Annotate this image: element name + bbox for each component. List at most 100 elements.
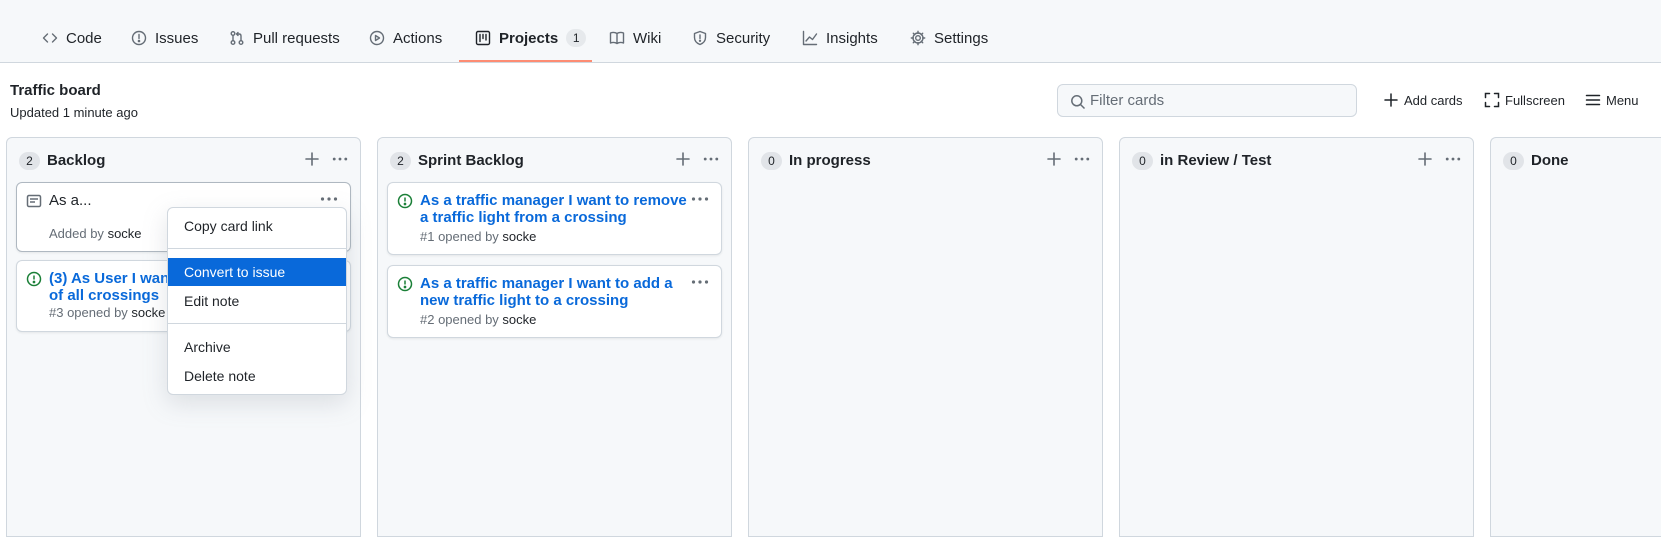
- menu-label: Menu: [1606, 92, 1639, 108]
- card-author[interactable]: socke: [131, 305, 165, 320]
- card-author[interactable]: socke: [108, 226, 142, 241]
- plus-icon: [305, 152, 319, 166]
- plus-icon: [676, 152, 690, 166]
- card-author[interactable]: socke: [502, 229, 536, 244]
- card-author[interactable]: socke: [502, 312, 536, 327]
- column-in-progress: 0 In progress: [748, 137, 1103, 537]
- card-meta-prefix: Added by: [49, 226, 104, 241]
- column-sprint-backlog: 2 Sprint Backlog As a traffic manager I …: [377, 137, 732, 537]
- kebab-horizontal-icon: [703, 157, 719, 161]
- kebab-horizontal-icon: [691, 280, 709, 284]
- shield-icon: [693, 30, 707, 46]
- hamburger-icon: [1585, 94, 1601, 106]
- card-title[interactable]: As a traffic manager I want to remove a …: [420, 192, 690, 226]
- card-meta: #1 opened by socke: [420, 229, 536, 244]
- issue-card[interactable]: As a traffic manager I want to add a new…: [387, 265, 722, 338]
- project-icon: [475, 30, 491, 46]
- gear-icon: [910, 30, 926, 46]
- column-name: Done: [1531, 152, 1569, 169]
- issue-opened-icon: [397, 193, 413, 209]
- add-card-button[interactable]: [1046, 151, 1062, 167]
- add-card-button[interactable]: [1417, 151, 1433, 167]
- column-count: 0: [1503, 152, 1524, 170]
- menu-item-delete-note[interactable]: Delete note: [168, 362, 346, 390]
- tab-label: Actions: [393, 29, 443, 47]
- issue-card[interactable]: As a traffic manager I want to remove a …: [387, 182, 722, 255]
- kebab-horizontal-icon: [1445, 157, 1461, 161]
- column-in-review-test: 0 in Review / Test: [1119, 137, 1474, 537]
- note-icon: [26, 193, 42, 209]
- menu-item-edit-note[interactable]: Edit note: [168, 287, 346, 315]
- tab-wiki[interactable]: Wiki: [609, 26, 661, 50]
- card-context-menu: Copy card link Convert to issue Edit not…: [167, 207, 347, 395]
- column-done: 0 Done: [1490, 137, 1661, 537]
- tab-settings[interactable]: Settings: [910, 26, 988, 50]
- column-menu-button[interactable]: [332, 151, 350, 167]
- plus-icon: [1418, 152, 1432, 166]
- card-title-line1: (3) As User I want: [49, 270, 175, 287]
- column-menu-button[interactable]: [1445, 151, 1463, 167]
- play-icon: [369, 30, 385, 46]
- plus-icon: [1047, 152, 1061, 166]
- column-name: in Review / Test: [1160, 152, 1272, 169]
- card-menu-button[interactable]: [691, 274, 709, 290]
- card-meta-prefix: #2 opened by: [420, 312, 499, 327]
- kebab-horizontal-icon: [320, 197, 338, 201]
- card-meta-prefix: #3 opened by: [49, 305, 128, 320]
- issue-opened-icon: [397, 276, 413, 292]
- tab-code[interactable]: Code: [42, 26, 102, 50]
- add-card-button[interactable]: [304, 151, 320, 167]
- fullscreen-button[interactable]: Fullscreen: [1484, 92, 1565, 108]
- card-title[interactable]: As a traffic manager I want to add a new…: [420, 275, 690, 309]
- tab-security[interactable]: Security: [692, 26, 770, 50]
- issue-icon: [131, 30, 147, 46]
- filter-cards-input[interactable]: [1090, 85, 1350, 116]
- kebab-horizontal-icon: [332, 157, 348, 161]
- menu-button[interactable]: Menu: [1585, 92, 1639, 108]
- menu-divider: [168, 248, 346, 249]
- column-name: Backlog: [47, 152, 106, 169]
- filter-cards: [1057, 84, 1357, 117]
- tab-pull-requests[interactable]: Pull requests: [229, 26, 340, 50]
- tab-actions[interactable]: Actions: [369, 26, 442, 50]
- kebab-horizontal-icon: [691, 197, 709, 201]
- column-count: 0: [1132, 152, 1153, 170]
- selected-tab-underline: [459, 60, 592, 62]
- add-cards-label: Add cards: [1404, 92, 1463, 108]
- add-card-button[interactable]: [675, 151, 691, 167]
- graph-icon: [802, 30, 818, 46]
- book-icon: [609, 31, 625, 45]
- tab-issues[interactable]: Issues: [131, 26, 198, 50]
- column-count: 0: [761, 152, 782, 170]
- tab-label: Projects: [499, 29, 559, 47]
- tab-label: Wiki: [633, 29, 662, 47]
- fullscreen-label: Fullscreen: [1505, 92, 1565, 108]
- card-menu-button[interactable]: [320, 191, 338, 207]
- menu-divider: [168, 323, 346, 324]
- tab-label: Settings: [934, 29, 989, 47]
- projects-counter: 1: [566, 29, 587, 47]
- tab-insights[interactable]: Insights: [802, 26, 878, 50]
- column-count: 2: [19, 152, 40, 170]
- menu-item-copy-card-link[interactable]: Copy card link: [168, 212, 346, 240]
- card-title-line2: of all crossings: [49, 287, 160, 304]
- add-cards-button[interactable]: Add cards: [1383, 92, 1463, 108]
- tab-label: Pull requests: [253, 29, 340, 47]
- issue-opened-icon: [26, 271, 42, 287]
- column-menu-button[interactable]: [703, 151, 721, 167]
- tab-label: Code: [66, 29, 102, 47]
- tab-label: Insights: [826, 29, 878, 47]
- fullscreen-icon: [1484, 92, 1500, 108]
- pull-request-icon: [230, 31, 244, 45]
- column-count: 2: [390, 152, 411, 170]
- card-meta-prefix: #1 opened by: [420, 229, 499, 244]
- menu-item-archive[interactable]: Archive: [168, 333, 346, 361]
- tab-projects[interactable]: Projects 1: [475, 26, 587, 50]
- column-menu-button[interactable]: [1074, 151, 1092, 167]
- code-icon: [42, 33, 58, 43]
- menu-item-convert-to-issue[interactable]: Convert to issue: [168, 258, 346, 286]
- card-menu-button[interactable]: [691, 191, 709, 207]
- search-icon: [1071, 95, 1086, 110]
- card-meta: Added by socke: [49, 226, 142, 241]
- card-meta: #2 opened by socke: [420, 312, 536, 327]
